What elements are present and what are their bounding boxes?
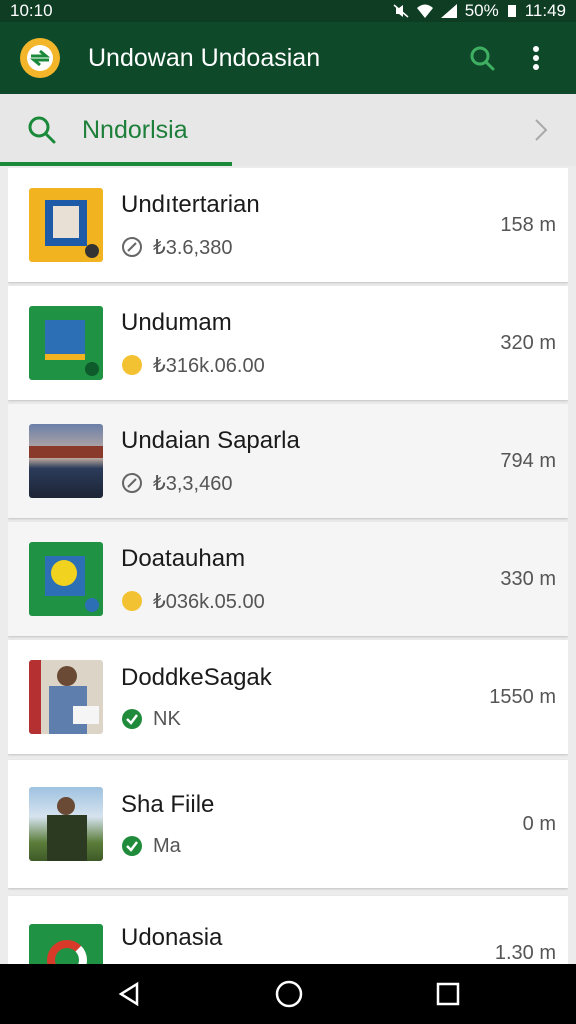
app-bar: Undowan Undoasian: [0, 22, 576, 94]
list-item[interactable]: DoddkeSagak NK 1550 m: [8, 640, 568, 754]
item-distance: 158 m: [500, 213, 556, 236]
list-item[interactable]: Sha Fiile Ma 0 m: [8, 760, 568, 888]
item-name: Undumam: [121, 308, 232, 336]
item-thumbnail: [29, 787, 103, 861]
result-list: Undıtertarian ₺3.6,380 158 m Undumam ₺31…: [8, 168, 568, 964]
list-item[interactable]: Doatauham ₺036k.05.00 330 m: [8, 522, 568, 636]
item-thumbnail: [29, 424, 103, 498]
item-name: Udonasia: [121, 924, 223, 951]
search-button[interactable]: [462, 38, 502, 78]
search-icon: [470, 46, 495, 71]
check-icon: [122, 709, 142, 729]
signal-icon: [440, 4, 457, 18]
chevron-right-icon[interactable]: [534, 118, 548, 142]
mute-icon: [393, 4, 409, 18]
item-distance: 1.30 m: [494, 942, 556, 964]
home-icon[interactable]: [274, 979, 304, 1009]
item-meta: ₺3.6,380: [153, 236, 233, 259]
item-name: Doatauham: [121, 544, 246, 572]
recents-icon[interactable]: [435, 981, 461, 1007]
list-item[interactable]: Undumam ₺316k.06.00 320 m: [8, 286, 568, 400]
list-item[interactable]: Undıtertarian ₺3.6,380 158 m: [8, 168, 568, 282]
system-nav-bar: [0, 964, 576, 1024]
logo-icon: [27, 45, 53, 71]
item-name: DoddkeSagak: [121, 663, 272, 691]
item-meta: ₺3,3,460: [153, 472, 233, 495]
coin-icon: [122, 591, 142, 611]
list-item[interactable]: Udonasia 1.30 m: [8, 896, 568, 964]
coin-icon: [122, 355, 142, 375]
back-icon[interactable]: [115, 980, 143, 1008]
overflow-menu-button[interactable]: [516, 38, 556, 78]
status-clock: 11:49: [524, 1, 566, 20]
item-distance: 330 m: [500, 567, 556, 590]
item-distance: 1550 m: [489, 685, 556, 708]
item-meta: ₺316k.06.00: [153, 354, 265, 377]
search-bar[interactable]: Nndorlsia: [0, 94, 576, 166]
item-distance: 794 m: [500, 449, 556, 472]
search-input[interactable]: Nndorlsia: [82, 116, 534, 145]
item-name: Undıtertarian: [121, 190, 260, 218]
item-meta: ₺036k.05.00: [153, 590, 265, 613]
item-name: Undaian Saparla: [121, 426, 300, 454]
item-thumbnail: [29, 306, 103, 380]
item-thumbnail: [29, 188, 103, 262]
battery-icon: [507, 5, 516, 17]
item-distance: 320 m: [500, 331, 556, 354]
compass-icon: [122, 237, 142, 257]
item-distance: 0 m: [522, 812, 556, 835]
more-vert-icon: [533, 46, 539, 70]
app-logo[interactable]: [20, 38, 60, 78]
item-thumbnail: [29, 542, 103, 616]
item-thumbnail: [29, 660, 103, 734]
search-icon: [28, 116, 56, 144]
item-meta: NK: [153, 707, 181, 730]
compass-icon: [122, 473, 142, 493]
item-name: Sha Fiile: [121, 790, 215, 818]
app-title: Undowan Undoasian: [88, 43, 321, 72]
search-underline: [0, 162, 232, 166]
check-icon: [122, 836, 142, 856]
item-thumbnail: [29, 924, 103, 964]
status-time: 10:10: [10, 1, 53, 20]
list-item[interactable]: Undaian Saparla ₺3,3,460 794 m: [8, 404, 568, 518]
battery-percent: 50%: [464, 1, 499, 20]
item-meta: Ma: [153, 834, 181, 857]
wifi-icon: [416, 4, 433, 18]
status-bar: 10:10 50% 11:49: [0, 0, 576, 22]
